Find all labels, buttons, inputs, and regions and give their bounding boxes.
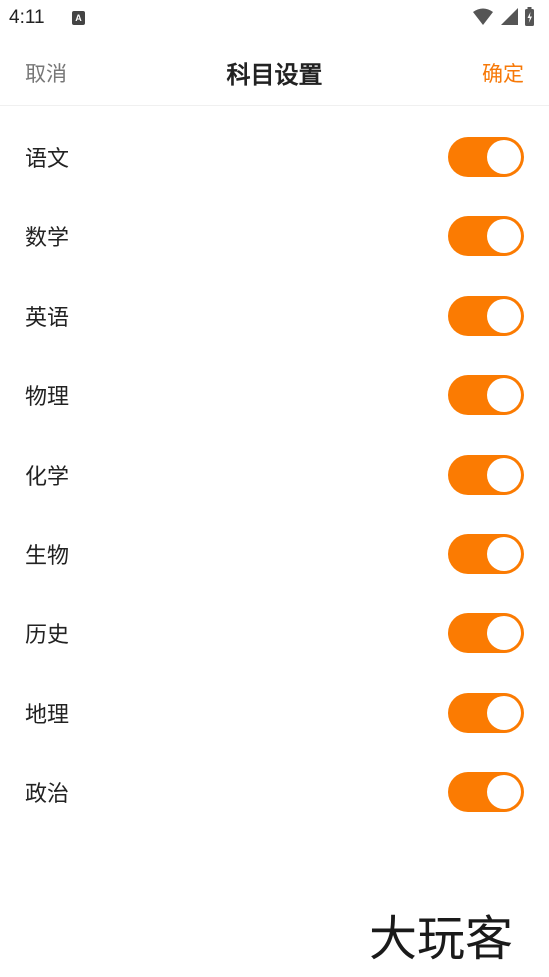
subject-label: 英语: [25, 305, 70, 331]
subject-label: 地理: [25, 702, 70, 728]
list-item-subject: 地理: [0, 673, 549, 752]
subject-label: 物理: [25, 385, 70, 411]
status-icons: [473, 7, 534, 26]
subject-label: 数学: [25, 226, 70, 252]
subject-label: 化学: [25, 464, 70, 490]
toggle-knob: [487, 775, 521, 810]
toggle-knob: [487, 140, 521, 174]
a-icon: A: [72, 11, 85, 25]
list-item-subject: 生物: [0, 514, 549, 593]
subject-toggle[interactable]: [448, 613, 524, 654]
subject-list: 语文 数学 英语 物理 化学 生物 历史 地理 政治: [0, 117, 549, 832]
subject-toggle[interactable]: [448, 772, 524, 813]
toggle-knob: [487, 378, 521, 413]
list-item-subject: 历史: [0, 593, 549, 672]
toggle-knob: [487, 695, 521, 730]
subject-toggle[interactable]: [448, 137, 524, 177]
subject-label: 语文: [25, 147, 70, 172]
confirm-button[interactable]: 确定: [482, 58, 524, 88]
subject-toggle[interactable]: [448, 216, 524, 257]
toggle-knob: [487, 616, 521, 651]
list-item-subject: 政治: [0, 752, 549, 831]
battery-charging-icon: [525, 7, 534, 26]
subject-toggle[interactable]: [448, 533, 524, 574]
list-item-subject: 英语: [0, 276, 549, 355]
toggle-knob: [487, 457, 521, 492]
svg-text:大玩客: 大玩客: [369, 911, 513, 965]
status-time: 4:11: [9, 7, 45, 28]
subject-label: 生物: [25, 543, 70, 569]
toggle-knob: [487, 219, 521, 254]
list-item-subject: 数学: [0, 196, 549, 275]
wifi-icon: [473, 8, 493, 25]
page-title: 科目设置: [226, 61, 323, 89]
a-icon-letter: A: [75, 13, 82, 23]
signal-icon: [501, 8, 518, 25]
subject-toggle[interactable]: [448, 375, 524, 416]
toggle-knob: [487, 536, 521, 571]
subject-label: 历史: [25, 623, 70, 649]
subject-toggle[interactable]: [448, 295, 524, 336]
subject-label: 政治: [25, 782, 70, 808]
list-item-subject: 语文: [0, 117, 549, 196]
header: 取消 科目设置 确定: [0, 36, 549, 106]
toggle-knob: [487, 298, 521, 333]
watermark-logo: 大玩客 大玩客: [369, 909, 516, 965]
list-item-subject: 物理: [0, 355, 549, 434]
subject-toggle[interactable]: [448, 692, 524, 733]
list-item-subject: 化学: [0, 435, 549, 514]
status-bar: 4:11 A: [0, 0, 549, 36]
subject-toggle[interactable]: [448, 454, 524, 495]
